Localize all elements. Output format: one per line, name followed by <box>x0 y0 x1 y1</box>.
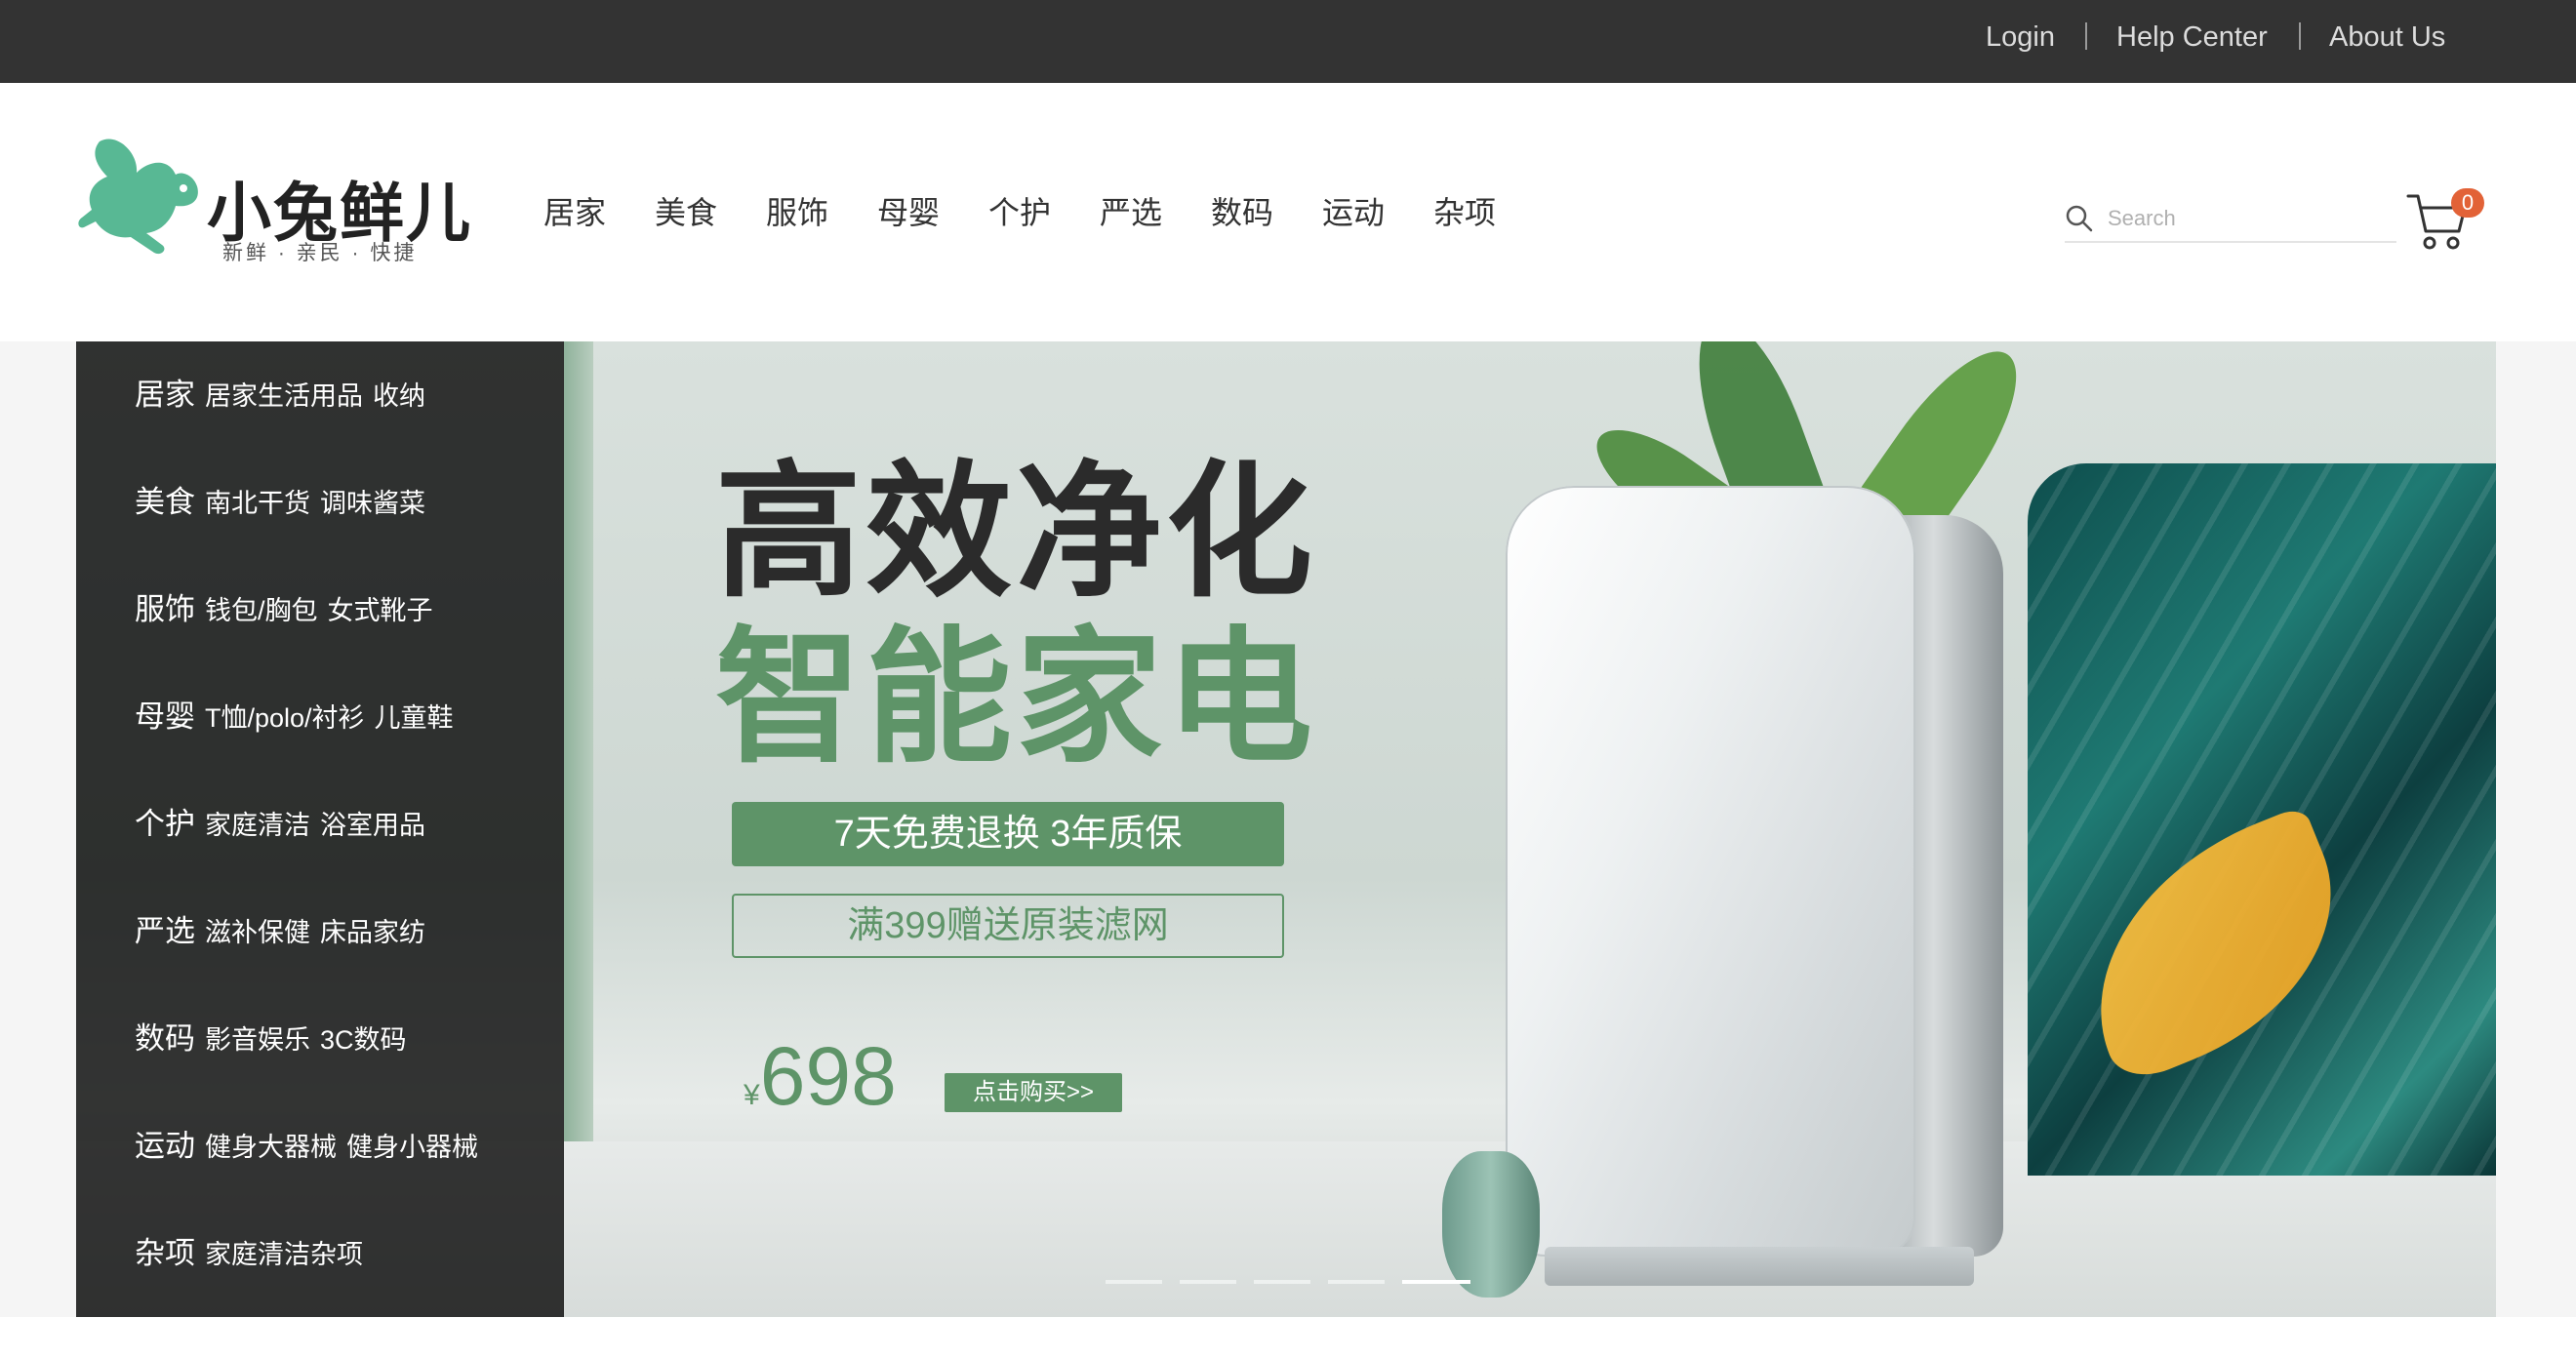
category-item[interactable]: 数码 影音娱乐 3C数码 <box>135 1010 417 1068</box>
category-item[interactable]: 美食 南北干货 调味酱菜 <box>135 473 435 532</box>
category-item[interactable]: 服饰 钱包/胸包 女式靴子 <box>135 580 443 639</box>
top-bar: Login Help Center About Us <box>0 0 2576 83</box>
banner-leaf-panel <box>2028 463 2496 1176</box>
category-sub-link[interactable]: 健身小器械 <box>346 1133 478 1162</box>
category-sub-link[interactable]: 3C数码 <box>320 1025 407 1055</box>
category-item[interactable]: 杂项 家庭清洁杂项 <box>135 1224 373 1283</box>
category-menu: 居家 居家生活用品 收纳 美食 南北干货 调味酱菜 服饰 钱包/胸包 女式靴子 母婴 T恤/p… <box>76 341 564 1317</box>
search-box <box>2065 190 2396 243</box>
category-name: 严选 <box>135 914 195 948</box>
category-sub-link[interactable]: 滋补保健 <box>205 918 310 947</box>
category-item[interactable]: 母婴 T恤/polo/衬衫 儿童鞋 <box>135 688 463 746</box>
carousel-dot[interactable] <box>1254 1280 1310 1284</box>
vase-image <box>1442 1151 1540 1298</box>
about-us-link[interactable]: About Us <box>2329 18 2445 57</box>
help-center-link[interactable]: Help Center <box>2116 18 2268 57</box>
category-sub-link[interactable]: 钱包/胸包 <box>205 596 318 625</box>
category-sub-link[interactable]: 收纳 <box>373 381 425 411</box>
banner-headline-2: 智能家电 <box>715 612 1317 783</box>
category-sub-link[interactable]: 儿童鞋 <box>375 703 454 733</box>
category-sub-link[interactable]: 调味酱菜 <box>320 489 425 518</box>
category-sub-link[interactable]: 家庭清洁 <box>205 811 310 840</box>
header: 小兔鲜儿 新鲜 · 亲民 · 快捷 居家 美食 服饰 母婴 个护 严选 数码 运… <box>0 83 2576 341</box>
banner-promo-gift: 满399赠送原装滤网 <box>732 894 1284 958</box>
banner-promo-return: 7天免费退换 3年质保 <box>732 802 1284 866</box>
nav-item-misc[interactable]: 杂项 <box>1433 193 1496 232</box>
login-link[interactable]: Login <box>1986 18 2055 57</box>
logo[interactable]: 小兔鲜儿 新鲜 · 亲民 · 快捷 <box>78 132 470 268</box>
category-sub-link[interactable]: 健身大器械 <box>205 1133 337 1162</box>
carousel-dot[interactable] <box>1180 1280 1236 1284</box>
nav-item-home[interactable]: 居家 <box>543 193 606 232</box>
nav-item-food[interactable]: 美食 <box>655 193 717 232</box>
cart-count-badge: 0 <box>2451 188 2484 218</box>
category-name: 数码 <box>135 1021 195 1056</box>
category-name: 个护 <box>135 807 195 841</box>
category-sub-link[interactable]: 女式靴子 <box>328 596 433 625</box>
divider <box>2299 22 2301 50</box>
category-name: 运动 <box>135 1129 195 1163</box>
category-name: 服饰 <box>135 592 195 626</box>
category-sub-link[interactable]: 居家生活用品 <box>205 381 363 411</box>
banner-headline-1: 高效净化 <box>715 446 1317 618</box>
price-currency: ¥ <box>744 1079 760 1111</box>
divider <box>2085 22 2087 50</box>
category-item[interactable]: 严选 滋补保健 床品家纺 <box>135 902 435 961</box>
category-name: 美食 <box>135 485 195 519</box>
search-input[interactable] <box>2106 202 2393 235</box>
carousel-dot-active[interactable] <box>1402 1280 1470 1284</box>
logo-tagline: 新鲜 · 亲民 · 快捷 <box>222 242 418 264</box>
category-sub-link[interactable]: 家庭清洁杂项 <box>205 1240 363 1269</box>
search-icon <box>2066 205 2093 232</box>
category-item[interactable]: 居家 居家生活用品 收纳 <box>135 366 435 424</box>
nav-item-personal-care[interactable]: 个护 <box>988 193 1051 232</box>
category-sub-link[interactable]: 影音娱乐 <box>205 1025 310 1055</box>
banner-price: ¥698 <box>744 1029 897 1124</box>
nav-item-selected[interactable]: 严选 <box>1100 193 1162 232</box>
cart-button[interactable]: 0 <box>2406 180 2484 259</box>
rabbit-logo-icon <box>78 139 198 255</box>
category-item[interactable]: 运动 健身大器械 健身小器械 <box>135 1117 488 1176</box>
category-sub-link[interactable]: 床品家纺 <box>320 918 425 947</box>
carousel-dot[interactable] <box>1328 1280 1385 1284</box>
nav-item-baby[interactable]: 母婴 <box>877 193 940 232</box>
category-name: 杂项 <box>135 1236 195 1270</box>
air-purifier-image <box>1506 486 2013 1296</box>
nav-item-digital[interactable]: 数码 <box>1211 193 1273 232</box>
category-name: 居家 <box>135 378 195 412</box>
category-sub-link[interactable]: T恤/polo/衬衫 <box>205 703 365 733</box>
nav-item-sports[interactable]: 运动 <box>1322 193 1385 232</box>
category-name: 母婴 <box>135 699 195 734</box>
category-sub-link[interactable]: 南北干货 <box>205 489 310 518</box>
category-item[interactable]: 个护 家庭清洁 浴室用品 <box>135 795 435 854</box>
carousel-dot[interactable] <box>1106 1280 1162 1284</box>
price-value: 698 <box>759 1030 897 1122</box>
category-sub-link[interactable]: 浴室用品 <box>320 811 425 840</box>
buy-now-button[interactable]: 点击购买>> <box>945 1073 1122 1112</box>
nav-item-apparel[interactable]: 服饰 <box>766 193 828 232</box>
